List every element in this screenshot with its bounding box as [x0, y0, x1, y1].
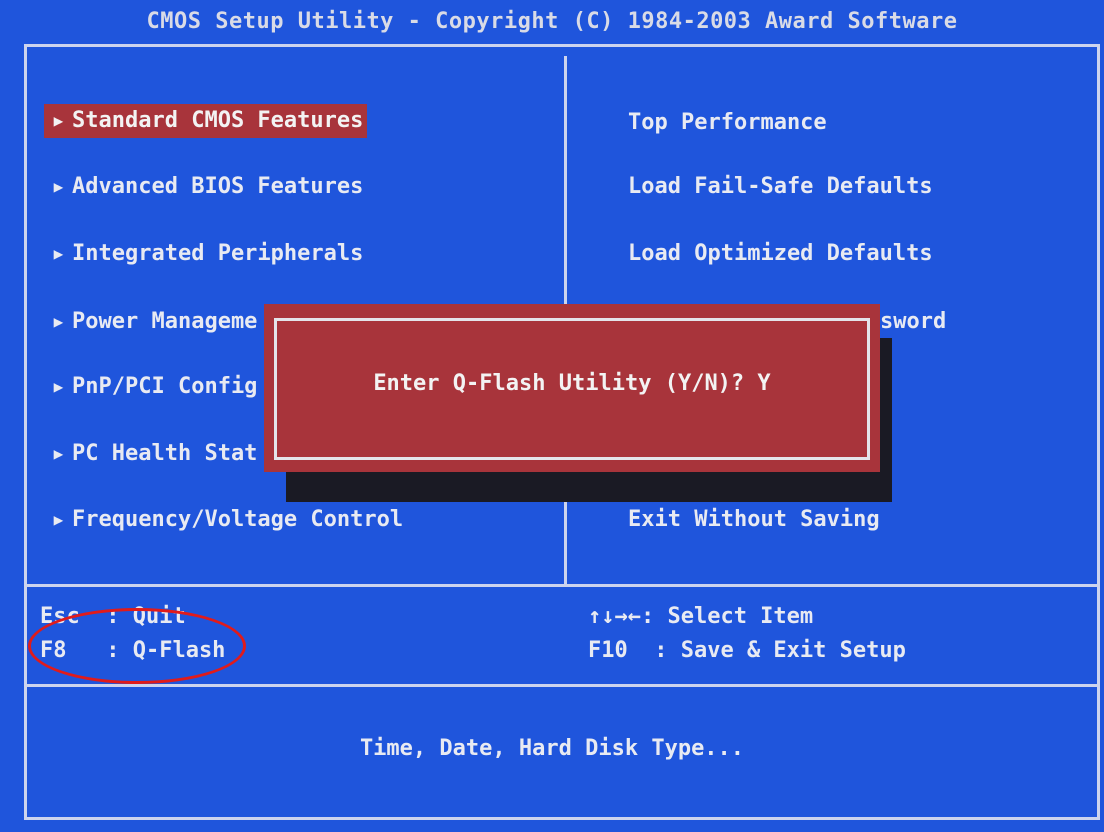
qflash-dialog[interactable]: Enter Q-Flash Utility (Y/N)? Y — [264, 304, 880, 472]
help-select-item: ↑↓→←: Select Item — [588, 604, 814, 629]
menu-item-label: PC Health Stat — [72, 441, 258, 466]
menu-item-label: PnP/PCI Config — [72, 374, 258, 399]
bios-screen: CMOS Setup Utility - Copyright (C) 1984-… — [0, 0, 1104, 832]
help-f10-save-exit: F10 : Save & Exit Setup — [588, 638, 906, 663]
triangle-right-icon: ▶ — [44, 377, 64, 396]
menu-item-pnp-pci[interactable]: ▶ PnP/PCI Config — [44, 370, 258, 404]
menu-item-password-partial[interactable]: sword — [880, 305, 946, 339]
triangle-right-icon: ▶ — [44, 244, 64, 263]
triangle-right-icon: ▶ — [44, 177, 64, 196]
menu-item-label: Integrated Peripherals — [72, 241, 364, 266]
menu-item-advanced-bios[interactable]: ▶ Advanced BIOS Features — [44, 170, 364, 204]
triangle-right-icon: ▶ — [44, 111, 64, 130]
menu-item-frequency-voltage[interactable]: ▶ Frequency/Voltage Control — [44, 503, 404, 537]
status-line: Time, Date, Hard Disk Type... — [359, 736, 745, 761]
help-divider-top — [24, 584, 1100, 587]
menu-item-integrated-peripherals[interactable]: ▶ Integrated Peripherals — [44, 237, 364, 271]
menu-item-pc-health[interactable]: ▶ PC Health Stat — [44, 437, 258, 471]
menu-item-load-optimized[interactable]: Load Optimized Defaults — [628, 237, 933, 271]
dialog-prompt: Enter Q-Flash Utility (Y/N)? Y — [373, 371, 771, 396]
menu-item-power-management[interactable]: ▶ Power Manageme — [44, 305, 258, 339]
annotation-circle — [28, 608, 246, 684]
window-title: CMOS Setup Utility - Copyright (C) 1984-… — [146, 9, 958, 34]
triangle-right-icon: ▶ — [44, 312, 64, 331]
menu-item-label: Standard CMOS Features — [72, 108, 364, 133]
menu-item-top-performance[interactable]: Top Performance — [628, 106, 827, 140]
menu-item-exit-without-saving[interactable]: Exit Without Saving — [628, 503, 880, 537]
menu-item-standard-cmos[interactable]: ▶ Standard CMOS Features — [44, 104, 368, 138]
status-divider-top — [24, 684, 1100, 687]
menu-item-label: Power Manageme — [72, 309, 258, 334]
menu-item-label: Advanced BIOS Features — [72, 174, 364, 199]
triangle-right-icon: ▶ — [44, 510, 64, 529]
menu-item-load-fail-safe[interactable]: Load Fail-Safe Defaults — [628, 170, 933, 204]
triangle-right-icon: ▶ — [44, 444, 64, 463]
menu-item-label: Frequency/Voltage Control — [72, 507, 404, 532]
dialog-border: Enter Q-Flash Utility (Y/N)? Y — [274, 318, 870, 460]
